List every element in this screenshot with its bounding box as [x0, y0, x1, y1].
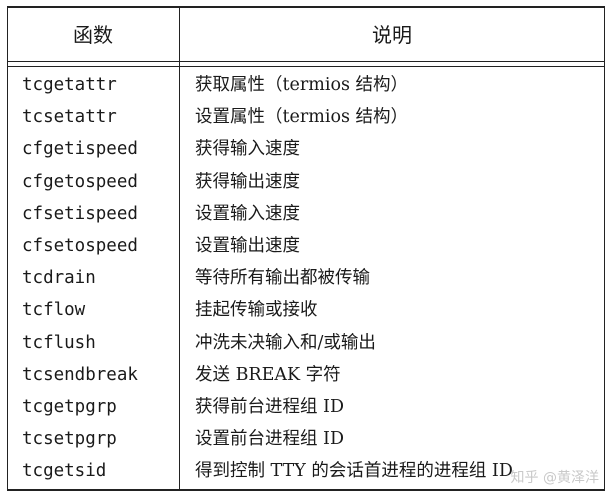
table-row: tcsetpgrp 设置前台进程组 ID	[7, 423, 605, 455]
function-description: 挂起传输或接收	[195, 300, 318, 321]
table-row: tcgetpgrp 获得前台进程组 ID	[7, 391, 605, 423]
watermark: 知乎 @黄泽洋	[510, 470, 599, 486]
function-description: 获得输出速度	[195, 171, 300, 192]
function-name: cfsetispeed	[22, 203, 138, 224]
function-description: 设置前台进程组 ID	[195, 429, 345, 450]
function-description: 获得输入速度	[195, 139, 300, 160]
function-name: tcflush	[22, 332, 96, 353]
table-row: tcsetattr 设置属性（termios 结构）	[7, 101, 605, 133]
function-table: 函数 说明 tcgetattr 获取属性（termios 结构） tcsetat…	[7, 6, 605, 491]
table-row: tcflush 冲洗未决输入和/或输出	[7, 327, 605, 359]
header-function: 函数	[73, 23, 113, 47]
function-name: cfgetospeed	[22, 171, 138, 192]
table-row: cfgetispeed 获得输入速度	[7, 133, 605, 165]
header-rule-top	[7, 61, 605, 62]
function-name: tcgetsid	[22, 461, 107, 482]
function-name: tcsendbreak	[22, 364, 138, 385]
function-name: tcsetpgrp	[22, 429, 117, 450]
table-row: cfsetospeed 设置输出速度	[7, 230, 605, 262]
function-name: tcsetattr	[22, 107, 117, 128]
function-description: 获取属性（termios 结构）	[195, 75, 409, 95]
table-body: tcgetattr 获取属性（termios 结构） tcsetattr 设置属…	[7, 69, 605, 487]
function-description: 设置属性（termios 结构）	[195, 107, 409, 128]
function-name: tcdrain	[22, 268, 96, 289]
table-row: cfgetospeed 获得输出速度	[7, 166, 605, 198]
function-name: tcflow	[22, 300, 86, 321]
function-description: 冲洗未决输入和/或输出	[195, 332, 376, 353]
table-row: cfsetispeed 设置输入速度	[7, 198, 605, 230]
function-description: 设置输出速度	[195, 235, 300, 256]
header-rule-bottom	[7, 66, 605, 67]
function-name: cfsetospeed	[22, 235, 138, 256]
function-description: 发送 BREAK 字符	[195, 364, 341, 385]
function-name: tcgetpgrp	[22, 396, 117, 417]
function-description: 获得前台进程组 ID	[195, 396, 345, 417]
table-header: 函数 说明	[7, 6, 605, 61]
table-row: tcsendbreak 发送 BREAK 字符	[7, 359, 605, 391]
table-row: tcdrain 等待所有输出都被传输	[7, 262, 605, 294]
function-description: 设置输入速度	[195, 203, 300, 224]
table-row: tcflow 挂起传输或接收	[7, 294, 605, 326]
function-description: 得到控制 TTY 的会话首进程的进程组 ID	[195, 461, 513, 482]
function-name: tcgetattr	[22, 75, 117, 95]
function-description: 等待所有输出都被传输	[195, 268, 370, 289]
table-row: tcgetattr 获取属性（termios 结构）	[7, 69, 605, 101]
header-description: 说明	[372, 23, 412, 47]
function-name: cfgetispeed	[22, 139, 138, 160]
